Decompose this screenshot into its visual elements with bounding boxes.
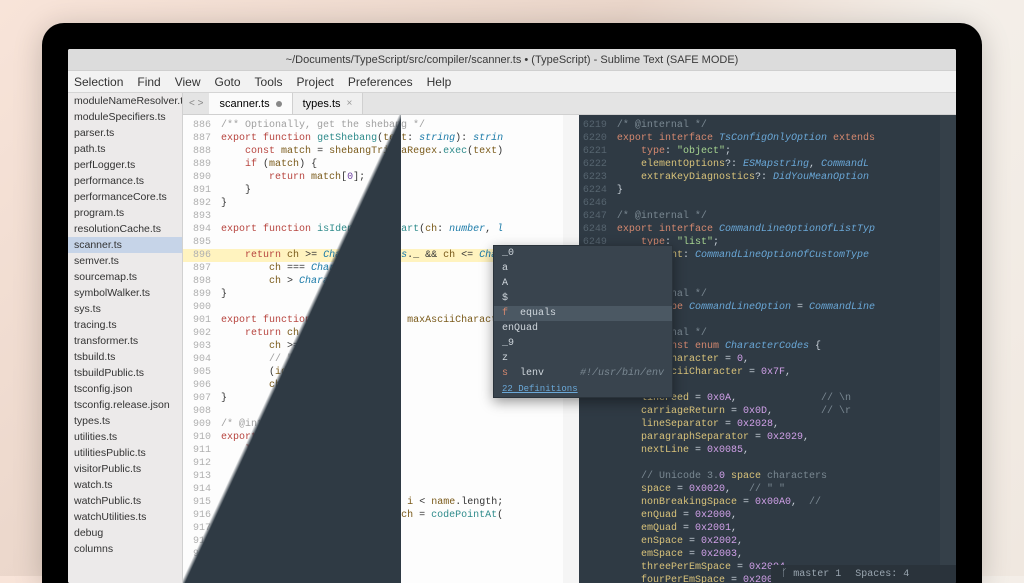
nav-back-forward[interactable]: < > bbox=[183, 98, 209, 109]
sidebar-item[interactable]: watchPublic.ts bbox=[68, 493, 182, 509]
sidebar-item[interactable]: utilitiesPublic.ts bbox=[68, 445, 182, 461]
sidebar-item[interactable]: types.ts bbox=[68, 413, 182, 429]
sidebar-item[interactable]: tracing.ts bbox=[68, 317, 182, 333]
ac-item[interactable]: A bbox=[494, 276, 672, 291]
sidebar-item[interactable]: parser.ts bbox=[68, 125, 182, 141]
menu-find[interactable]: Find bbox=[137, 75, 160, 89]
title-text: ~/Documents/TypeScript/src/compiler/scan… bbox=[286, 54, 739, 66]
minimap-right[interactable] bbox=[940, 115, 956, 583]
menu-goto[interactable]: Goto bbox=[215, 75, 241, 89]
sidebar-item[interactable]: path.ts bbox=[68, 141, 182, 157]
sidebar-item[interactable]: utilities.ts bbox=[68, 429, 182, 445]
sidebar-item[interactable]: performanceCore.ts bbox=[68, 189, 182, 205]
ac-item[interactable]: _9 bbox=[494, 336, 672, 351]
ac-item[interactable]: f equals bbox=[494, 306, 672, 321]
menu-project[interactable]: Project bbox=[297, 75, 334, 89]
editor-area: < > scanner.tstypes.ts× 886 887 888 889 … bbox=[183, 93, 956, 583]
window-title: ~/Documents/TypeScript/src/compiler/scan… bbox=[68, 49, 956, 71]
sidebar-item[interactable]: tsbuild.ts bbox=[68, 349, 182, 365]
menu-bar: Selection Find View Goto Tools Project Prefere… bbox=[68, 71, 956, 93]
sidebar-item[interactable]: sourcemap.ts bbox=[68, 269, 182, 285]
menu-selection[interactable]: Selection bbox=[74, 75, 123, 89]
menu-preferences[interactable]: Preferences bbox=[348, 75, 413, 89]
sidebar-item[interactable]: transformer.ts bbox=[68, 333, 182, 349]
laptop-frame: ~/Documents/TypeScript/src/compiler/scan… bbox=[42, 23, 982, 583]
ac-item[interactable]: enQuad bbox=[494, 321, 672, 336]
sidebar-item[interactable]: moduleSpecifiers.ts bbox=[68, 109, 182, 125]
ac-footer[interactable]: 22 Definitions bbox=[494, 381, 672, 397]
sidebar-item[interactable]: tsbuildPublic.ts bbox=[68, 365, 182, 381]
sidebar-item[interactable]: scanner.ts bbox=[68, 237, 182, 253]
close-icon[interactable]: × bbox=[347, 98, 353, 109]
ac-item[interactable]: a bbox=[494, 261, 672, 276]
menu-tools[interactable]: Tools bbox=[255, 75, 283, 89]
branch-indicator[interactable]: ᚴ master 1 bbox=[781, 568, 841, 581]
sidebar-item[interactable]: symbolWalker.ts bbox=[68, 285, 182, 301]
sidebar-item[interactable]: perfLogger.ts bbox=[68, 157, 182, 173]
workspace: moduleNameResolver.tsmoduleSpecifiers.ts… bbox=[68, 93, 956, 583]
spaces-indicator[interactable]: Spaces: 4 bbox=[855, 568, 909, 581]
sidebar-item[interactable]: debug bbox=[68, 525, 182, 541]
ac-item[interactable]: z bbox=[494, 351, 672, 366]
screen: ~/Documents/TypeScript/src/compiler/scan… bbox=[68, 49, 956, 583]
gutter-left: 886 887 888 889 890 891 892 893 894 895 … bbox=[183, 115, 217, 583]
tab-strip: < > scanner.tstypes.ts× bbox=[183, 93, 956, 115]
ac-item[interactable]: s lenv#!/usr/bin/env bbox=[494, 366, 672, 381]
sidebar-item[interactable]: performance.ts bbox=[68, 173, 182, 189]
tab-types-ts[interactable]: types.ts× bbox=[293, 93, 364, 114]
ac-item[interactable]: $ bbox=[494, 291, 672, 306]
sidebar-item[interactable]: tsconfig.release.json bbox=[68, 397, 182, 413]
sidebar-item[interactable]: sys.ts bbox=[68, 301, 182, 317]
autocomplete-popup[interactable]: _0aA$f equalsenQuad_9zs lenv#!/usr/bin/e… bbox=[493, 245, 673, 398]
sidebar-item[interactable]: resolutionCache.ts bbox=[68, 221, 182, 237]
sidebar-item[interactable]: visitorPublic.ts bbox=[68, 461, 182, 477]
sidebar-item[interactable]: program.ts bbox=[68, 205, 182, 221]
tab-scanner-ts[interactable]: scanner.ts bbox=[209, 93, 292, 114]
sidebar-item[interactable]: columns bbox=[68, 541, 182, 557]
sidebar-item[interactable]: tsconfig.json bbox=[68, 381, 182, 397]
menu-help[interactable]: Help bbox=[427, 75, 452, 89]
status-bar: ᚴ master 1 Spaces: 4 bbox=[771, 565, 956, 583]
dirty-dot-icon bbox=[276, 101, 282, 107]
sidebar-item[interactable]: watchUtilities.ts bbox=[68, 509, 182, 525]
ac-item[interactable]: _0 bbox=[494, 246, 672, 261]
editor-panes: 886 887 888 889 890 891 892 893 894 895 … bbox=[183, 115, 956, 583]
sidebar-item[interactable]: watch.ts bbox=[68, 477, 182, 493]
file-sidebar[interactable]: moduleNameResolver.tsmoduleSpecifiers.ts… bbox=[68, 93, 183, 583]
sidebar-item[interactable]: semver.ts bbox=[68, 253, 182, 269]
menu-view[interactable]: View bbox=[175, 75, 201, 89]
sidebar-item[interactable]: moduleNameResolver.ts bbox=[68, 93, 182, 109]
